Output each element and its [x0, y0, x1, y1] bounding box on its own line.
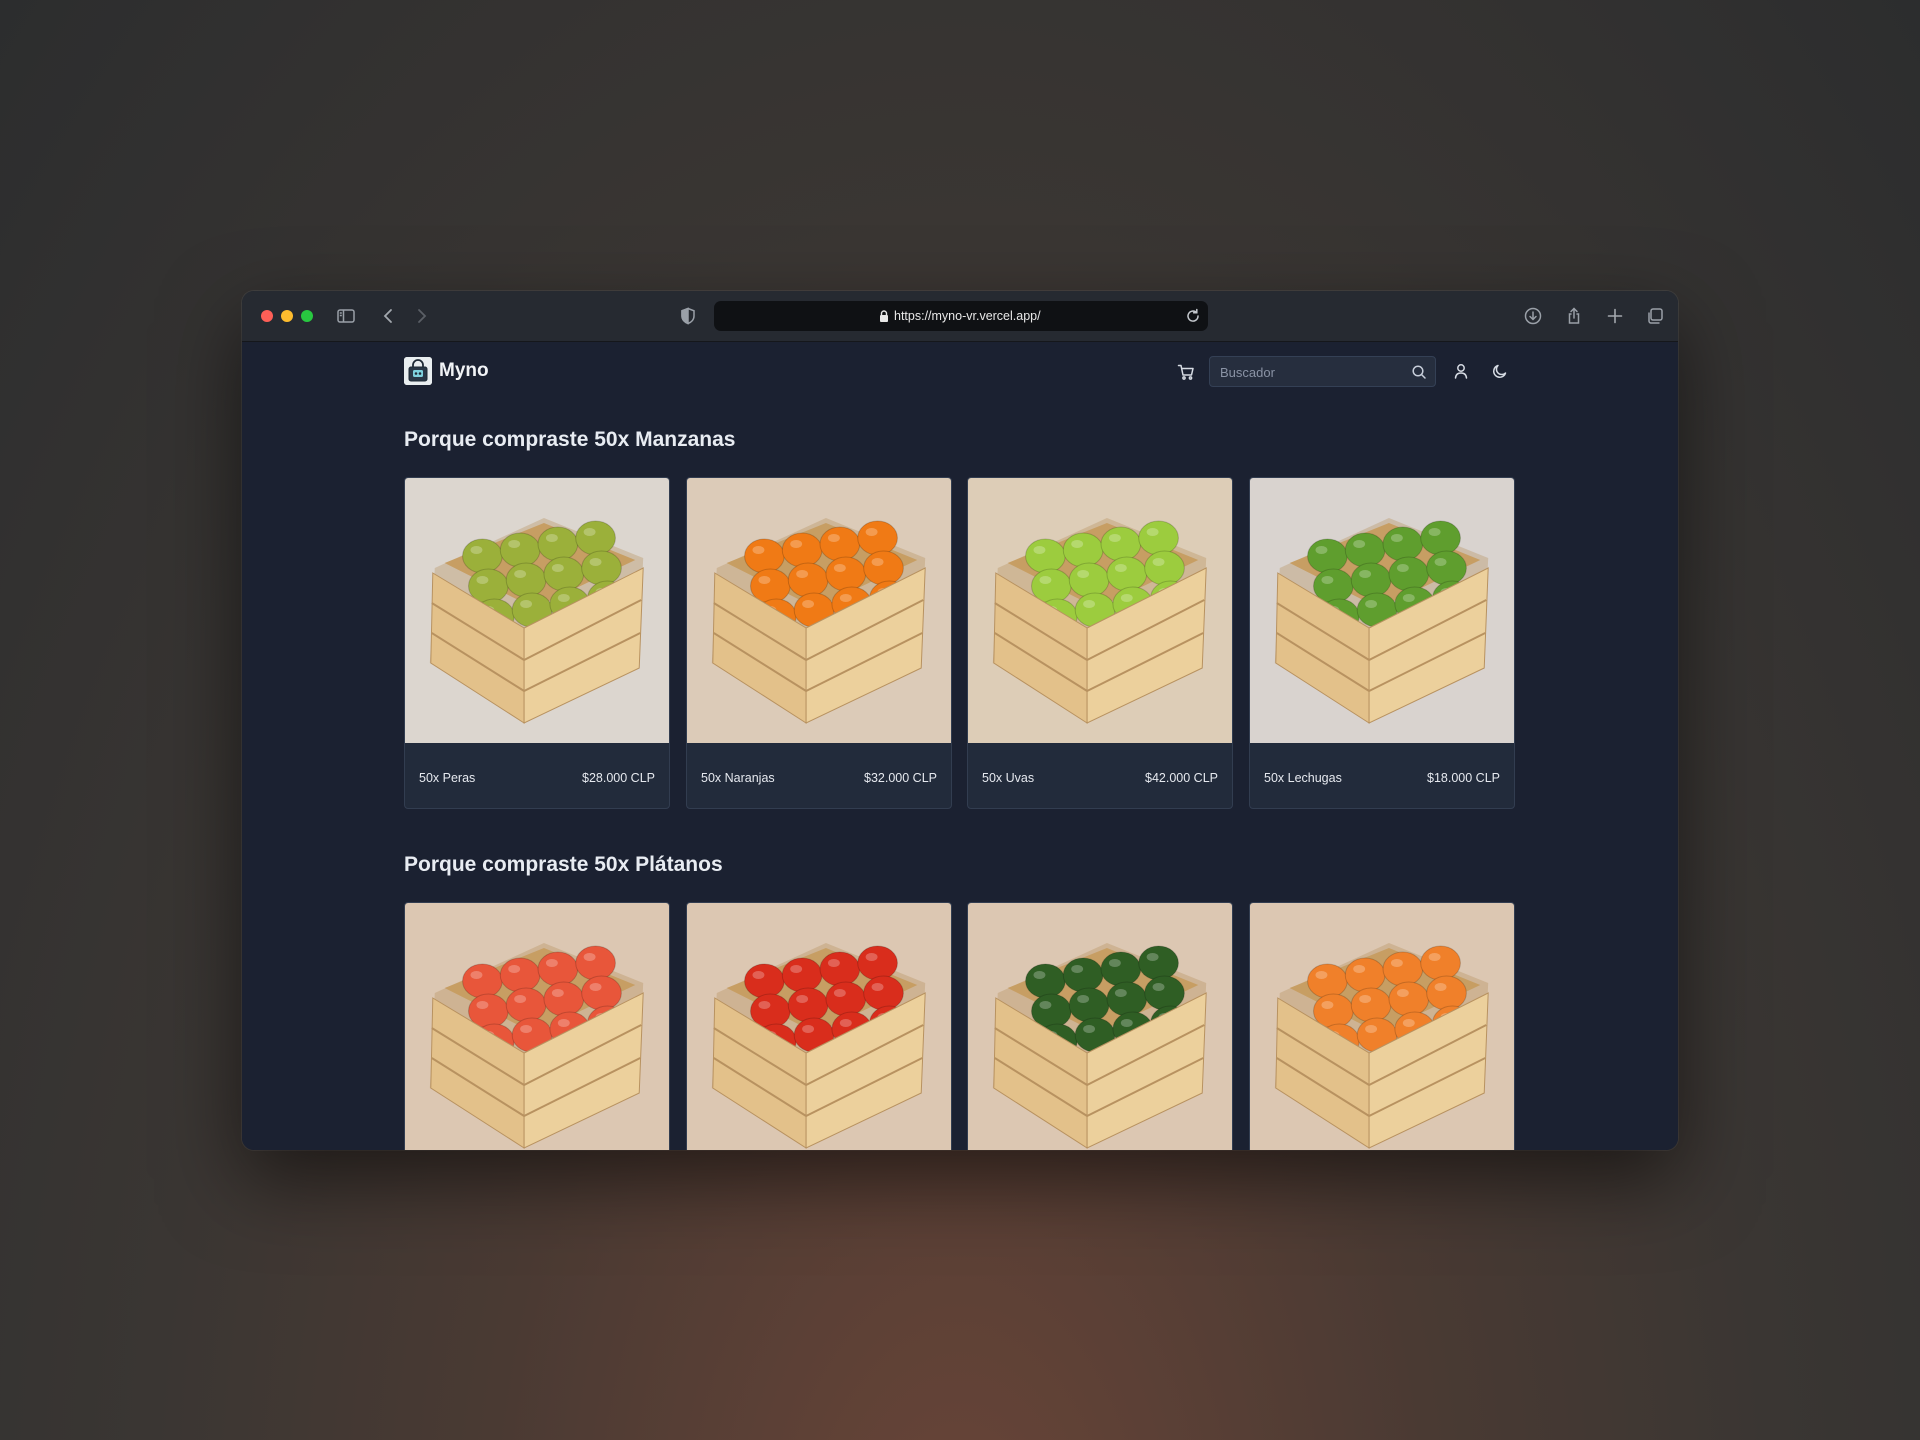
- product-grid: 50x Peras $28.000 CLP 50x Naranjas $32.0…: [404, 477, 1515, 809]
- minimize-window-button[interactable]: [281, 310, 293, 322]
- page-content: Myno Porque compraste 50x Manzanas 50x P…: [242, 342, 1678, 1150]
- product-image-oranges: [687, 478, 951, 743]
- product-price: $32.000 CLP: [864, 771, 937, 785]
- product-image-cucumbers: [968, 903, 1232, 1150]
- moon-icon[interactable]: [1491, 362, 1509, 380]
- product-name: 50x Uvas: [982, 771, 1035, 785]
- product-card[interactable]: 50x Peras $28.000 CLP: [404, 477, 670, 809]
- new-tab-icon[interactable]: [1603, 304, 1627, 328]
- search-input[interactable]: [1220, 363, 1400, 381]
- sidebar-toggle-icon[interactable]: [334, 304, 358, 328]
- forward-icon[interactable]: [409, 304, 433, 328]
- product-card[interactable]: 50x Naranjas $32.000 CLP: [686, 477, 952, 809]
- product-price: $42.000 CLP: [1145, 771, 1218, 785]
- product-image-lettuce: [1250, 478, 1514, 743]
- shopping-bag-logo-icon: [404, 357, 432, 385]
- product-image-mangoes: [405, 903, 669, 1150]
- product-image-grapes: [968, 478, 1232, 743]
- lock-icon: [880, 310, 888, 322]
- product-grid: [404, 902, 1515, 1150]
- product-name: 50x Peras: [419, 771, 476, 785]
- url-text: https://myno-vr.vercel.app/: [894, 309, 1041, 323]
- back-icon[interactable]: [377, 304, 401, 328]
- search-icon[interactable]: [1411, 364, 1427, 380]
- section-title: Porque compraste 50x Manzanas: [404, 428, 736, 451]
- product-name: 50x Lechugas: [1264, 771, 1342, 785]
- product-card[interactable]: 50x Lechugas $18.000 CLP: [1249, 477, 1515, 809]
- cart-icon[interactable]: [1176, 362, 1196, 382]
- close-window-button[interactable]: [261, 310, 273, 322]
- share-icon[interactable]: [1562, 304, 1586, 328]
- address-bar[interactable]: https://myno-vr.vercel.app/: [714, 301, 1208, 331]
- downloads-icon[interactable]: [1521, 304, 1545, 328]
- section-title: Porque compraste 50x Plátanos: [404, 853, 723, 876]
- product-card[interactable]: [967, 902, 1233, 1150]
- zoom-window-button[interactable]: [301, 310, 313, 322]
- user-icon[interactable]: [1452, 362, 1470, 380]
- reload-icon[interactable]: [1184, 307, 1202, 325]
- product-image-pears: [405, 478, 669, 743]
- product-image-carrots: [1250, 903, 1514, 1150]
- browser-window: https://myno-vr.vercel.app/ Myno Buscado…: [242, 291, 1678, 1150]
- brand-logo[interactable]: [404, 357, 432, 385]
- product-name: 50x Naranjas: [701, 771, 775, 785]
- product-card[interactable]: [686, 902, 952, 1150]
- product-image-tomatoes: [687, 903, 951, 1150]
- product-price: $18.000 CLP: [1427, 771, 1500, 785]
- privacy-shield-icon[interactable]: [676, 304, 700, 328]
- product-card[interactable]: [1249, 902, 1515, 1150]
- search-box: [1209, 356, 1436, 387]
- brand-name[interactable]: Myno: [439, 360, 489, 382]
- tab-overview-icon[interactable]: [1643, 304, 1667, 328]
- product-price: $28.000 CLP: [582, 771, 655, 785]
- product-card[interactable]: [404, 902, 670, 1150]
- product-card[interactable]: 50x Uvas $42.000 CLP: [967, 477, 1233, 809]
- browser-toolbar: https://myno-vr.vercel.app/: [242, 291, 1678, 342]
